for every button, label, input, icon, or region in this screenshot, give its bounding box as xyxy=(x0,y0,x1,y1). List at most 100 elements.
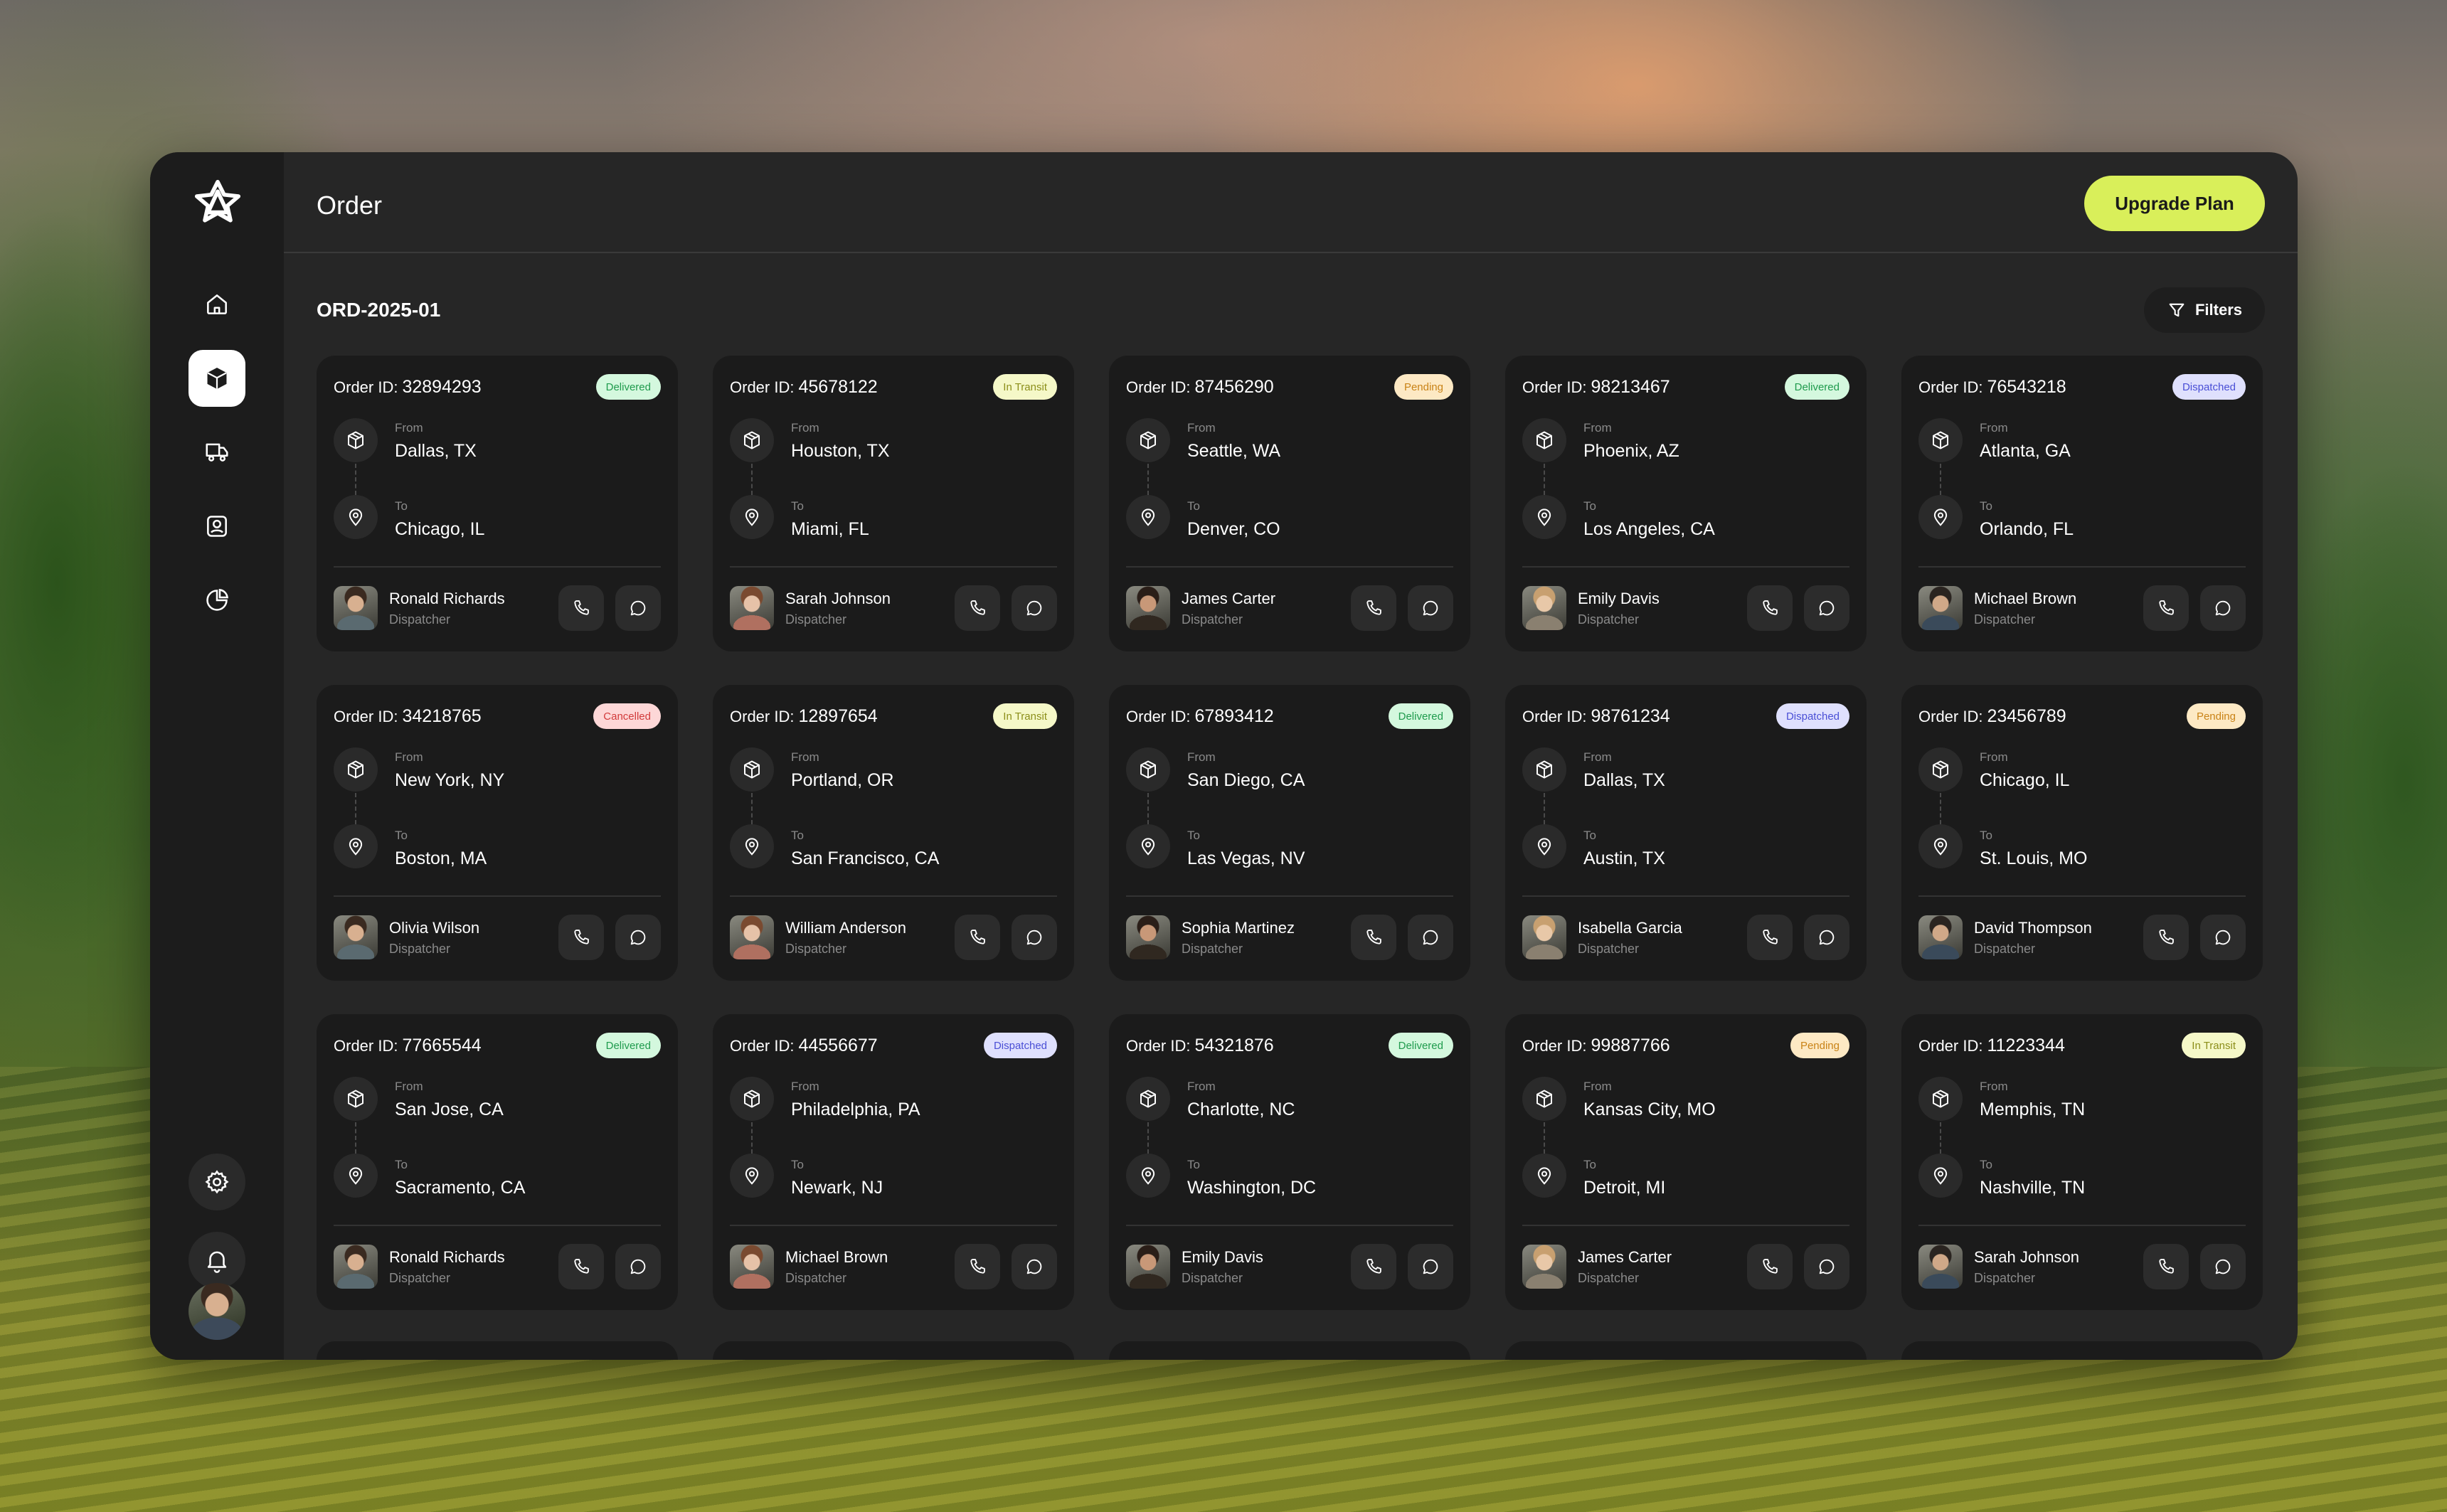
order-card[interactable]: Order ID: 67893412 Delivered From San Die… xyxy=(1109,685,1470,981)
message-button[interactable] xyxy=(615,1244,661,1289)
message-button[interactable] xyxy=(1804,915,1849,960)
package-icon xyxy=(334,747,378,792)
call-button[interactable] xyxy=(955,915,1000,960)
order-id-label: Order ID: xyxy=(1918,707,1983,725)
divider xyxy=(1918,895,2246,897)
route-connector xyxy=(1544,1122,1545,1154)
avatar xyxy=(730,586,774,630)
divider xyxy=(730,1225,1057,1226)
phone-icon xyxy=(2159,600,2174,615)
dispatcher-name: Sarah Johnson xyxy=(1974,1247,2079,1266)
avatar xyxy=(1522,915,1566,959)
order-card[interactable]: Order ID: 23456789 Pending From Chicago, … xyxy=(1901,685,2263,981)
call-button[interactable] xyxy=(558,1244,604,1289)
to-city: Boston, MA xyxy=(395,848,487,868)
status-badge: In Transit xyxy=(993,703,1057,729)
order-card[interactable]: Order ID: 12897654 In Transit From Portla… xyxy=(713,685,1074,981)
chat-bubble-icon xyxy=(1819,600,1835,616)
from-label: From xyxy=(1980,750,2008,764)
sidebar-item-contacts[interactable] xyxy=(189,498,245,555)
message-button[interactable] xyxy=(1408,585,1453,631)
message-button[interactable] xyxy=(2200,915,2246,960)
dispatcher-info: Michael Brown Dispatcher xyxy=(1974,590,2132,627)
message-button[interactable] xyxy=(1012,915,1057,960)
call-button[interactable] xyxy=(2143,1244,2189,1289)
call-button[interactable] xyxy=(558,585,604,631)
to-city: Detroit, MI xyxy=(1583,1178,1666,1198)
divider xyxy=(1126,566,1453,568)
route: From Dallas, TX To Chicago, IL xyxy=(334,418,661,539)
message-button[interactable] xyxy=(615,915,661,960)
upgrade-plan-button[interactable]: Upgrade Plan xyxy=(2084,176,2265,231)
user-avatar[interactable] xyxy=(189,1283,245,1340)
notifications-button[interactable] xyxy=(189,1232,245,1289)
order-card[interactable]: Order ID: 44556677 Dispatched From Philad… xyxy=(713,1014,1074,1310)
status-badge: In Transit xyxy=(993,374,1057,400)
order-card[interactable]: Order ID: 76543218 Dispatched From Atlant… xyxy=(1901,356,2263,651)
from-city: Memphis, TN xyxy=(1980,1100,2086,1119)
order-card-header: Order ID: 76543218 Dispatched xyxy=(1918,373,2246,401)
order-card[interactable]: Order ID: 34218765 Cancelled From New Yor… xyxy=(317,685,678,981)
call-button[interactable] xyxy=(1747,585,1793,631)
order-card[interactable]: Order ID: 99887766 Pending From Kansas Ci… xyxy=(1505,1014,1867,1310)
message-button[interactable] xyxy=(1804,1244,1849,1289)
call-button[interactable] xyxy=(2143,585,2189,631)
message-button[interactable] xyxy=(1804,585,1849,631)
to-label: To xyxy=(791,1158,804,1171)
message-button[interactable] xyxy=(1408,915,1453,960)
from-city: Phoenix, AZ xyxy=(1583,441,1679,461)
call-button[interactable] xyxy=(955,1244,1000,1289)
message-button[interactable] xyxy=(1012,1244,1057,1289)
order-id: Order ID: 44556677 xyxy=(730,1035,878,1056)
order-card[interactable]: Order ID: 32894293 Delivered From Dallas,… xyxy=(317,356,678,651)
message-button[interactable] xyxy=(615,585,661,631)
order-id: Order ID: 45678122 xyxy=(730,377,878,398)
chat-bubble-icon xyxy=(1819,930,1835,945)
from-label: From xyxy=(395,750,423,764)
order-card[interactable]: Order ID: 98761234 Dispatched From Dallas… xyxy=(1505,685,1867,981)
app-window: Order Upgrade Plan ORD-2025-01 Filters O… xyxy=(150,152,2298,1360)
order-card-header: Order ID: 98213467 Delivered xyxy=(1522,373,1849,401)
order-id-label: Order ID: xyxy=(334,378,398,396)
settings-button[interactable] xyxy=(189,1154,245,1210)
message-button[interactable] xyxy=(2200,1244,2246,1289)
message-button[interactable] xyxy=(1408,1244,1453,1289)
order-card-header: Order ID: 44556677 Dispatched xyxy=(730,1031,1057,1060)
dispatcher-role: Dispatcher xyxy=(1182,612,1243,627)
filters-button[interactable]: Filters xyxy=(2144,287,2265,333)
order-id: Order ID: 77665544 xyxy=(334,1035,482,1056)
order-card[interactable]: Order ID: 54321876 Delivered From Charlot… xyxy=(1109,1014,1470,1310)
order-card[interactable]: Order ID: 45678122 In Transit From Housto… xyxy=(713,356,1074,651)
order-card[interactable]: Order ID: 77665544 Delivered From San Jos… xyxy=(317,1014,678,1310)
dispatcher-info: Sarah Johnson Dispatcher xyxy=(1974,1248,2132,1286)
call-button[interactable] xyxy=(2143,915,2189,960)
order-card[interactable]: Order ID: 87456290 Pending From Seattle, … xyxy=(1109,356,1470,651)
to-city: Sacramento, CA xyxy=(395,1178,526,1198)
from-city: Dallas, TX xyxy=(1583,770,1665,790)
call-button[interactable] xyxy=(1351,1244,1396,1289)
sidebar-item-home[interactable] xyxy=(189,276,245,333)
call-button[interactable] xyxy=(955,585,1000,631)
call-button[interactable] xyxy=(1351,585,1396,631)
order-id-label: Order ID: xyxy=(730,378,795,396)
call-button[interactable] xyxy=(1351,915,1396,960)
from-label: From xyxy=(791,1080,819,1093)
dispatcher-role: Dispatcher xyxy=(389,1270,451,1285)
sidebar-item-fleet[interactable] xyxy=(189,424,245,481)
sidebar-item-orders[interactable] xyxy=(189,350,245,407)
message-button[interactable] xyxy=(2200,585,2246,631)
call-button[interactable] xyxy=(1747,915,1793,960)
divider xyxy=(1126,895,1453,897)
route-connector xyxy=(1147,464,1149,495)
location-pin-icon xyxy=(1918,824,1963,868)
from-label: From xyxy=(1187,750,1216,764)
divider xyxy=(334,895,661,897)
call-button[interactable] xyxy=(558,915,604,960)
order-card-peek xyxy=(1901,1341,2263,1360)
from-label: From xyxy=(791,750,819,764)
sidebar-item-analytics[interactable] xyxy=(189,572,245,629)
call-button[interactable] xyxy=(1747,1244,1793,1289)
order-card[interactable]: Order ID: 98213467 Delivered From Phoenix… xyxy=(1505,356,1867,651)
order-card[interactable]: Order ID: 11223344 In Transit From Memphi… xyxy=(1901,1014,2263,1310)
message-button[interactable] xyxy=(1012,585,1057,631)
